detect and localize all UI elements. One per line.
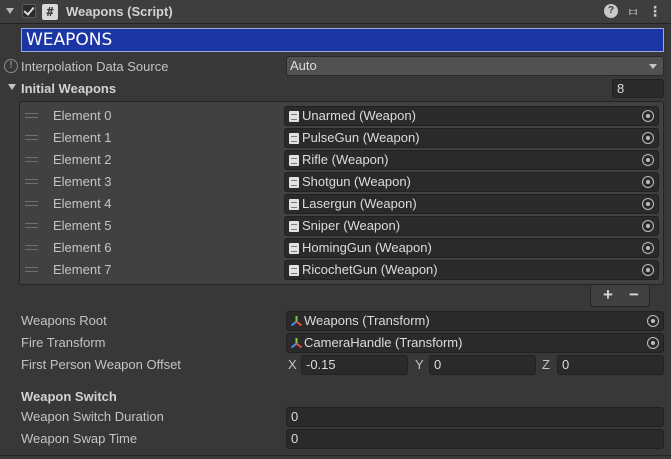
fire-transform-label: Fire Transform <box>21 335 106 350</box>
list-size-field[interactable]: 8 <box>612 79 664 98</box>
element-label: Element 6 <box>53 240 112 255</box>
drag-handle-icon[interactable] <box>25 135 38 140</box>
list-item: Element 0 Unarmed (Weapon) <box>19 105 664 127</box>
element-label: Element 1 <box>53 130 112 145</box>
component-header[interactable]: # Weapons (Script) ? ⧦ ⋮ <box>0 0 671 24</box>
weapon-object-field[interactable]: Sniper (Weapon) <box>284 216 659 236</box>
weapon-offset-label: First Person Weapon Offset <box>21 357 181 372</box>
offset-z-field[interactable]: 0 <box>557 355 664 375</box>
component-title: Weapons (Script) <box>66 4 173 19</box>
weapon-object-field[interactable]: Lasergun (Weapon) <box>284 194 659 214</box>
weapon-object-field[interactable]: Rifle (Weapon) <box>284 150 659 170</box>
list-item: Element 2 Rifle (Weapon) <box>19 149 664 171</box>
component-enabled-checkbox[interactable] <box>22 4 36 18</box>
script-file-icon <box>289 265 299 276</box>
script-icon: # <box>42 4 58 20</box>
weapon-object-field[interactable]: PulseGun (Weapon) <box>284 128 659 148</box>
weapon-value: RicochetGun (Weapon) <box>302 262 438 277</box>
interpolation-label: Interpolation Data Source <box>21 59 169 74</box>
weapons-root-value: Weapons (Transform) <box>304 313 430 328</box>
element-label: Element 5 <box>53 218 112 233</box>
weapon-object-field[interactable]: HomingGun (Weapon) <box>284 238 659 258</box>
drag-handle-icon[interactable] <box>25 113 38 118</box>
object-picker-icon[interactable] <box>642 110 654 122</box>
weapon-value: Sniper (Weapon) <box>302 218 401 233</box>
offset-y-field[interactable]: 0 <box>429 355 536 375</box>
offset-x-label[interactable]: X <box>288 357 297 372</box>
list-add-remove-footer: + − <box>590 285 650 307</box>
chevron-down-icon <box>649 64 657 69</box>
object-picker-icon[interactable] <box>647 315 659 327</box>
script-file-icon <box>289 177 299 188</box>
initial-weapons-label: Initial Weapons <box>21 81 117 96</box>
offset-y-label[interactable]: Y <box>415 357 424 372</box>
info-icon: ! <box>4 59 18 73</box>
help-icon[interactable]: ? <box>604 4 618 18</box>
drag-handle-icon[interactable] <box>25 245 38 250</box>
presets-icon[interactable]: ⧦ <box>626 4 640 18</box>
object-picker-icon[interactable] <box>642 198 654 210</box>
weapon-object-field[interactable]: Unarmed (Weapon) <box>284 106 659 126</box>
object-picker-icon[interactable] <box>642 132 654 144</box>
weapon-value: Rifle (Weapon) <box>302 152 389 167</box>
drag-handle-icon[interactable] <box>25 267 38 272</box>
script-file-icon <box>289 243 299 254</box>
list-item: Element 6 HomingGun (Weapon) <box>19 237 664 259</box>
list-item: Element 3 Shotgun (Weapon) <box>19 171 664 193</box>
transform-icon <box>290 316 303 327</box>
list-item: Element 4 Lasergun (Weapon) <box>19 193 664 215</box>
drag-handle-icon[interactable] <box>25 223 38 228</box>
interpolation-dropdown[interactable]: Auto <box>286 56 664 76</box>
weapon-swap-time-field[interactable]: 0 <box>286 429 664 449</box>
fire-transform-field[interactable]: CameraHandle (Transform) <box>286 333 664 353</box>
element-label: Element 3 <box>53 174 112 189</box>
object-picker-icon[interactable] <box>647 337 659 349</box>
element-label: Element 0 <box>53 108 112 123</box>
weapon-value: PulseGun (Weapon) <box>302 130 420 145</box>
script-file-icon <box>289 221 299 232</box>
weapon-value: Unarmed (Weapon) <box>302 108 416 123</box>
drag-handle-icon[interactable] <box>25 157 38 162</box>
remove-element-button[interactable]: − <box>621 285 647 305</box>
weapon-value: Lasergun (Weapon) <box>302 196 417 211</box>
transform-icon <box>290 338 303 349</box>
script-file-icon <box>289 133 299 144</box>
interpolation-value: Auto <box>290 58 317 73</box>
list-item: Element 1 PulseGun (Weapon) <box>19 127 664 149</box>
foldout-arrow-icon[interactable] <box>6 8 14 14</box>
object-picker-icon[interactable] <box>642 242 654 254</box>
weapon-value: Shotgun (Weapon) <box>302 174 411 189</box>
offset-z-label[interactable]: Z <box>542 357 550 372</box>
weapon-switch-duration-field[interactable]: 0 <box>286 407 664 427</box>
element-label: Element 7 <box>53 262 112 277</box>
object-picker-icon[interactable] <box>642 264 654 276</box>
weapon-swap-time-label: Weapon Swap Time <box>21 431 138 446</box>
weapon-object-field[interactable]: Shotgun (Weapon) <box>284 172 659 192</box>
offset-x-field[interactable]: -0.15 <box>301 355 408 375</box>
object-picker-icon[interactable] <box>642 176 654 188</box>
list-foldout-arrow-icon[interactable] <box>8 84 16 90</box>
element-label: Element 2 <box>53 152 112 167</box>
divider <box>0 455 671 456</box>
context-menu-icon[interactable]: ⋮ <box>648 4 662 18</box>
weapon-value: HomingGun (Weapon) <box>302 240 432 255</box>
drag-handle-icon[interactable] <box>25 201 38 206</box>
object-picker-icon[interactable] <box>642 220 654 232</box>
script-file-icon <box>289 111 299 122</box>
weapon-object-field[interactable]: RicochetGun (Weapon) <box>284 260 659 280</box>
element-label: Element 4 <box>53 196 112 211</box>
weapon-switch-duration-label: Weapon Switch Duration <box>21 409 164 424</box>
add-element-button[interactable]: + <box>595 285 621 305</box>
script-file-icon <box>289 155 299 166</box>
script-file-icon <box>289 199 299 210</box>
weapons-banner: WEAPONS <box>21 28 664 52</box>
list-item: Element 5 Sniper (Weapon) <box>19 215 664 237</box>
fire-transform-value: CameraHandle (Transform) <box>304 335 463 350</box>
object-picker-icon[interactable] <box>642 154 654 166</box>
weapons-root-field[interactable]: Weapons (Transform) <box>286 311 664 331</box>
weapon-switch-heading: Weapon Switch <box>21 389 117 404</box>
drag-handle-icon[interactable] <box>25 179 38 184</box>
list-item: Element 7 RicochetGun (Weapon) <box>19 259 664 281</box>
weapons-root-label: Weapons Root <box>21 313 107 328</box>
